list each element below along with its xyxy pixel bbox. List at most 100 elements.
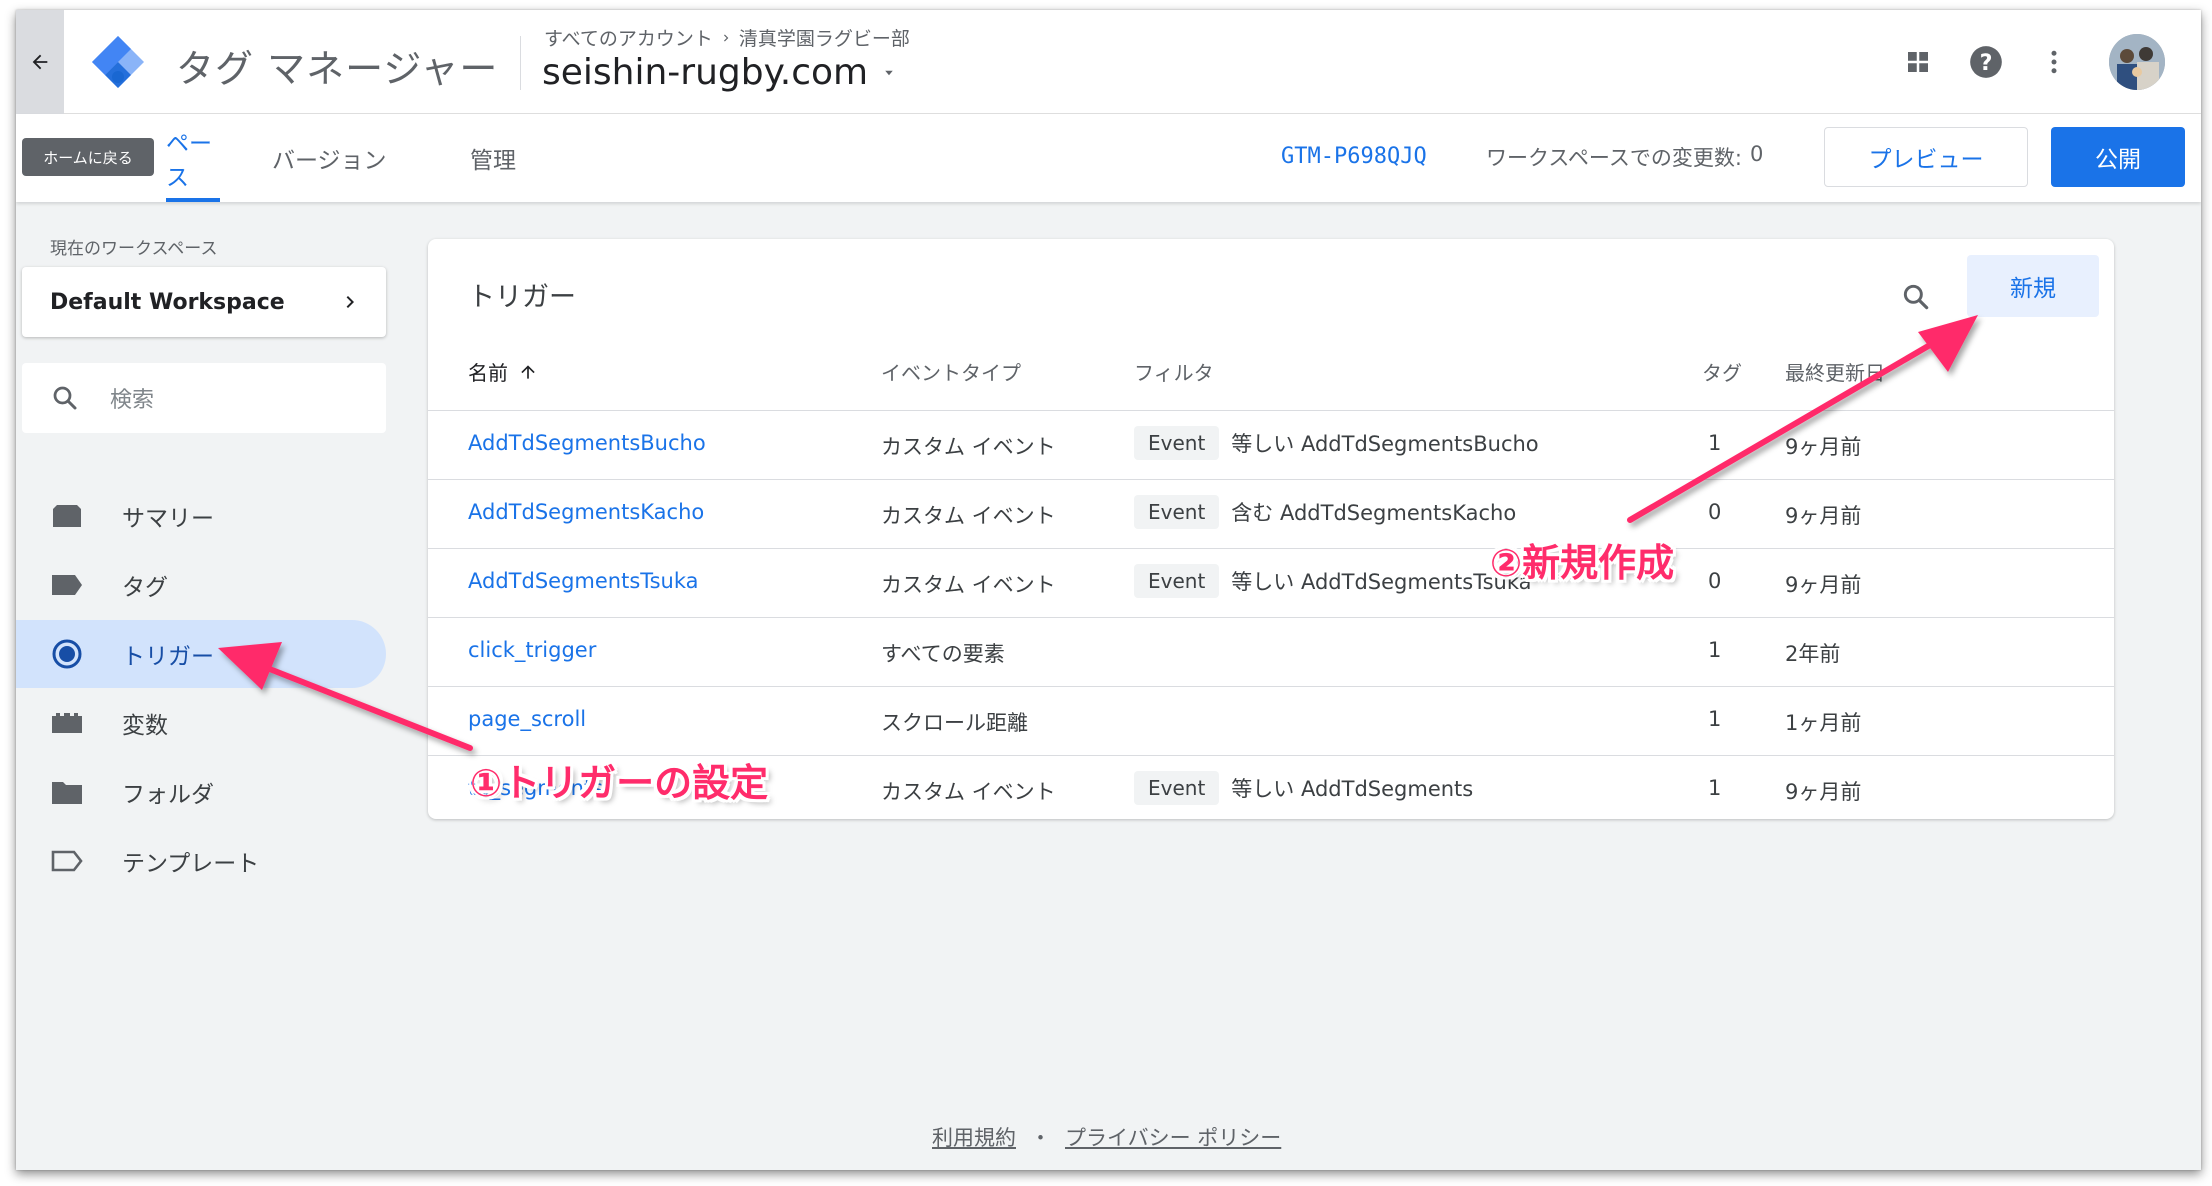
sidebar-item-label: 変数 (122, 713, 168, 739)
last-updated: 9ヶ月前 (1785, 435, 1862, 459)
event-type: スクロール距離 (881, 711, 1028, 735)
column-header-name[interactable]: 名前 (468, 357, 538, 386)
tag-count: 1 (1708, 638, 1722, 662)
filter: Event 含む AddTdSegmentsKacho (1134, 495, 1516, 529)
trigger-icon (50, 637, 84, 671)
sidebar-search[interactable]: 検索 (22, 363, 386, 433)
help-icon[interactable]: ? (1964, 40, 2008, 84)
last-updated: 9ヶ月前 (1785, 573, 1862, 597)
more-vert-icon[interactable] (2032, 40, 2076, 84)
app-window: タグ マネージャー すべてのアカウント 清真学園ラグビー部 seishin-ru… (16, 10, 2201, 1170)
column-header-event-type[interactable]: イベントタイプ (881, 357, 1021, 386)
sidebar-item-summary[interactable]: サマリー (16, 482, 386, 550)
tag-count: 1 (1708, 431, 1722, 455)
filter: Event 等しい AddTdSegmentsTsuka (1134, 564, 1532, 598)
filter-chip: Event (1134, 426, 1220, 460)
workspace-changes-count: 0 (1749, 142, 1764, 166)
trigger-name-link[interactable]: AddTdSegmentsBucho (468, 431, 706, 455)
column-header-filter[interactable]: フィルタ (1134, 357, 1214, 386)
top-header: タグ マネージャー すべてのアカウント 清真学園ラグビー部 seishin-ru… (16, 10, 2201, 114)
sidebar-item-variables[interactable]: 変数 (16, 689, 386, 757)
current-workspace-label: 現在のワークスペース (50, 239, 218, 259)
filter-text: 等しい AddTdSegmentsBucho (1231, 432, 1539, 456)
workspace-changes-label: ワークスペースでの変更数: (1486, 146, 1742, 170)
search-icon (53, 386, 77, 410)
column-header-last-updated[interactable]: 最終更新日 (1785, 357, 1885, 386)
tag-count: 0 (1708, 500, 1722, 524)
breadcrumb[interactable]: すべてのアカウント 清真学園ラグビー部 (544, 24, 910, 51)
trigger-name-link[interactable]: click_trigger (468, 638, 596, 662)
annotation-step-2: ②新規作成 (1490, 541, 1675, 585)
container-selector[interactable]: seishin-rugby.com (542, 52, 898, 93)
container-name: seishin-rugby.com (542, 52, 869, 93)
gtm-logo[interactable] (88, 32, 148, 92)
sidebar-item-label: フォルダ (122, 782, 214, 808)
sidebar-item-folders[interactable]: フォルダ (16, 758, 386, 826)
card-title: トリガー (468, 282, 576, 313)
tag-count: 1 (1708, 707, 1722, 731)
tab-admin[interactable]: 管理 (470, 114, 516, 202)
back-button[interactable] (16, 10, 64, 114)
event-type: カスタム イベント (881, 435, 1056, 459)
sidebar-item-triggers[interactable]: トリガー (16, 620, 386, 688)
active-tab-indicator (166, 198, 220, 202)
table-row[interactable]: page_scroll スクロール距離 1 1ヶ月前 (428, 686, 2114, 755)
dropdown-arrow-icon (885, 70, 893, 75)
filter-chip: Event (1134, 564, 1220, 598)
avatar[interactable] (2109, 34, 2165, 90)
privacy-policy-link[interactable]: プライバシー ポリシー (1065, 1122, 1281, 1152)
summary-icon (50, 499, 84, 533)
filter: Event 等しい AddTdSegmentsBucho (1134, 426, 1539, 460)
trigger-name-link[interactable]: AddTdSegmentsTsuka (468, 569, 699, 593)
new-trigger-button[interactable]: 新規 (1967, 255, 2099, 317)
breadcrumb-all-accounts[interactable]: すべてのアカウント (544, 24, 713, 51)
event-type: カスタム イベント (881, 504, 1056, 528)
sidebar-item-templates[interactable]: テンプレート (16, 827, 386, 895)
table-row[interactable]: AddTdSegmentsKacho カスタム イベント Event 含む Add… (428, 479, 2114, 548)
sidebar-item-tags[interactable]: タグ (16, 551, 386, 619)
app-title: タグ マネージャー (176, 47, 499, 91)
workspace-name: Default Workspace (50, 289, 285, 315)
last-updated: 1ヶ月前 (1785, 711, 1862, 735)
folder-icon (50, 775, 84, 809)
workspace-selector[interactable]: Default Workspace (22, 267, 386, 337)
sidebar-search-placeholder: 検索 (110, 388, 155, 413)
terms-link[interactable]: 利用規約 (932, 1122, 1016, 1152)
sidebar-item-label: タグ (122, 575, 168, 601)
tag-icon (50, 568, 84, 602)
footer: 利用規約 ・ プライバシー ポリシー (932, 1122, 1281, 1152)
tab-versions[interactable]: バージョン (272, 114, 387, 202)
apps-grid-icon[interactable] (1896, 40, 1940, 84)
column-header-tags[interactable]: タグ (1702, 357, 1742, 386)
column-header-name-label: 名前 (468, 361, 508, 385)
chevron-right-icon (346, 296, 354, 308)
trigger-name-link[interactable]: page_scroll (468, 707, 586, 731)
table-row[interactable]: AddTdSegmentsBucho カスタム イベント Event 等しい Ad… (428, 410, 2114, 479)
sidebar-item-label: テンプレート (122, 851, 260, 877)
back-arrow-icon (32, 54, 48, 70)
trigger-name-link[interactable]: AddTdSegmentsKacho (468, 500, 704, 524)
footer-separator: ・ (1030, 1126, 1051, 1150)
event-type: すべての要素 (881, 642, 1005, 666)
filter-chip: Event (1134, 771, 1220, 805)
tag-count: 0 (1708, 569, 1722, 593)
table-row[interactable]: AddTdSegmentsTsuka カスタム イベント Event 等しい Ad… (428, 548, 2114, 617)
table-row[interactable]: click_trigger すべての要素 1 2年前 (428, 617, 2114, 686)
annotation-step-1: ①トリガーの設定 (470, 761, 769, 805)
filter: Event 等しい AddTdSegments (1134, 771, 1473, 805)
preview-button[interactable]: プレビュー (1824, 127, 2028, 187)
container-id-link[interactable]: GTM-P698QJQ (1281, 144, 1427, 169)
filter-text: 等しい AddTdSegmentsTsuka (1231, 570, 1532, 594)
publish-button[interactable]: 公開 (2051, 127, 2185, 187)
filter-text: 含む AddTdSegmentsKacho (1231, 501, 1517, 525)
filter-chip: Event (1134, 495, 1220, 529)
svg-text:?: ? (1980, 50, 1993, 76)
filter-text: 等しい AddTdSegments (1231, 777, 1474, 801)
breadcrumb-account[interactable]: 清真学園ラグビー部 (739, 24, 910, 51)
chevron-right-icon (723, 34, 729, 41)
table-search-button[interactable] (1894, 275, 1938, 319)
sort-ascending-icon (521, 364, 535, 379)
tag-count: 1 (1708, 776, 1722, 800)
title-divider (520, 36, 521, 90)
sidebar-item-label: サマリー (122, 506, 214, 532)
